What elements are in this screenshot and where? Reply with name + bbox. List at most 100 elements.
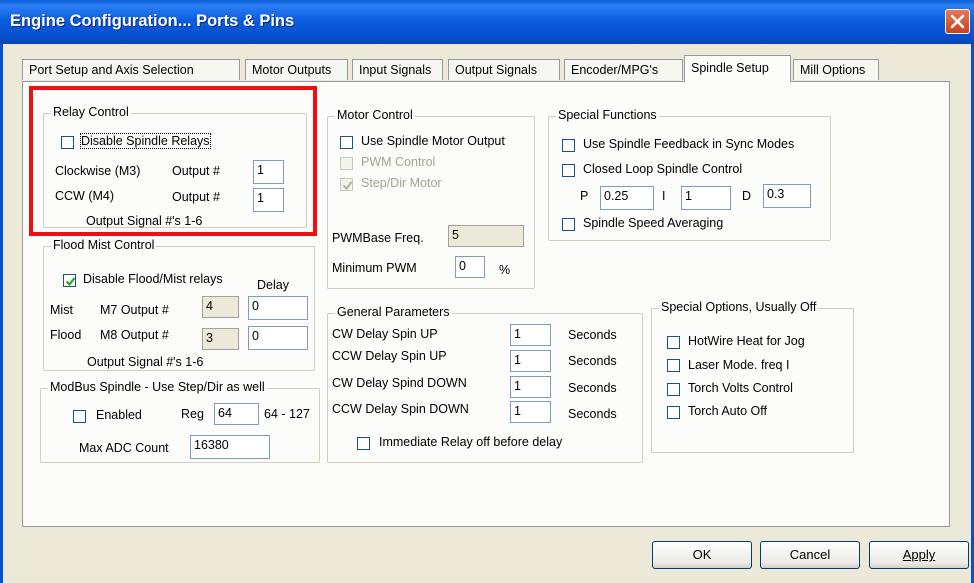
step-dir-label: Step/Dir Motor	[361, 176, 442, 190]
cw-spin-down-input[interactable]: 1	[510, 376, 551, 398]
modbus-reg-input[interactable]: 64	[214, 403, 259, 425]
cw-output-label: Output #	[172, 164, 220, 178]
option-label: Torch Volts Control	[688, 381, 793, 395]
param-row-label: CW Delay Spind DOWN	[332, 376, 467, 390]
option-label: Torch Auto Off	[688, 404, 767, 418]
d-label: D	[742, 189, 752, 203]
cw-label: Clockwise (M3)	[55, 164, 141, 178]
flood-output-label: M8 Output #	[100, 328, 169, 342]
use-spindle-motor-label: Use Spindle Motor Output	[361, 134, 505, 148]
tab-label: Input Signals	[359, 63, 432, 77]
tab-spindle-setup[interactable]: Spindle Setup	[684, 55, 791, 82]
check-icon	[65, 277, 76, 287]
tab-label: Encoder/MPG's	[571, 63, 659, 77]
pwm-control-checkbox[interactable]	[340, 157, 353, 170]
tab-label: Motor Outputs	[252, 63, 332, 77]
param-unit: Seconds	[568, 354, 617, 368]
tab-label: Port Setup and Axis Selection	[29, 63, 194, 77]
param-unit: Seconds	[568, 407, 617, 421]
param-unit: Seconds	[568, 328, 617, 342]
spindle-feedback-label: Use Spindle Feedback in Sync Modes	[583, 137, 795, 151]
tab-label: Output Signals	[455, 63, 537, 77]
group-legend: Special Options, Usually Off	[659, 300, 819, 314]
modbus-enabled-checkbox[interactable]	[73, 410, 86, 423]
pwm-base-field[interactable]: 5	[448, 225, 524, 247]
close-icon	[950, 14, 965, 29]
closed-loop-label: Closed Loop Spindle Control	[583, 162, 743, 176]
min-pwm-label: Minimum PWM	[332, 261, 417, 275]
flood-label: Flood	[50, 328, 82, 342]
title-bar[interactable]: Engine Configuration... Ports & Pins	[0, 0, 974, 45]
group-legend: Flood Mist Control	[51, 238, 157, 252]
modbus-reg-range: 64 - 127	[264, 407, 310, 421]
spindle-feedback-checkbox[interactable]	[562, 139, 575, 152]
flood-signal-note: Output Signal #'s 1-6	[87, 355, 204, 369]
disable-spindle-relays-label[interactable]: Disable Spindle Relays	[80, 133, 211, 149]
max-adc-label: Max ADC Count	[79, 441, 169, 455]
modbus-reg-label: Reg	[181, 407, 204, 421]
mist-label: Mist	[50, 303, 73, 317]
group-legend: Relay Control	[51, 105, 131, 119]
param-row-label: CCW Delay Spin UP	[332, 349, 447, 363]
flood-delay-input[interactable]: 0	[248, 326, 308, 350]
ccw-label: CCW (M4)	[55, 189, 115, 203]
torch-volts-checkbox[interactable]	[667, 383, 680, 396]
step-dir-checkbox[interactable]	[340, 178, 353, 191]
relay-signal-note: Output Signal #'s 1-6	[86, 214, 203, 228]
window-title: Engine Configuration... Ports & Pins	[10, 12, 295, 30]
tab-label: Mill Options	[800, 63, 866, 77]
ccw-spin-up-input[interactable]: 1	[510, 350, 551, 372]
group-legend: ModBus Spindle - Use Step/Dir as well	[48, 380, 267, 394]
tab-label: Spindle Setup	[691, 61, 769, 75]
disable-spindle-relays-checkbox[interactable]	[61, 136, 74, 149]
cw-spin-up-input[interactable]: 1	[510, 324, 551, 346]
param-row-label: CW Delay Spin UP	[332, 327, 438, 341]
pwm-base-label: PWMBase Freq.	[332, 231, 424, 245]
d-input[interactable]: 0.3	[763, 184, 811, 208]
cw-output-input[interactable]: 1	[253, 160, 284, 184]
tab-input-signals[interactable]: Input Signals	[352, 59, 443, 80]
laser-mode-checkbox[interactable]	[667, 359, 680, 372]
p-label: P	[580, 189, 589, 203]
use-spindle-motor-checkbox[interactable]	[340, 136, 353, 149]
immediate-relay-checkbox[interactable]	[357, 437, 370, 450]
modbus-enabled-label: Enabled	[96, 408, 142, 422]
param-unit: Seconds	[568, 381, 617, 395]
apply-button[interactable]: Apply	[869, 541, 969, 569]
apply-button-label: Apply	[902, 547, 936, 562]
mist-output-field[interactable]: 4	[202, 296, 239, 318]
tab-encoder-mpg[interactable]: Encoder/MPG's	[564, 59, 683, 80]
ccw-output-input[interactable]: 1	[253, 188, 284, 212]
percent-label: %	[499, 263, 511, 277]
max-adc-input[interactable]: 16380	[190, 435, 270, 459]
mist-delay-input[interactable]: 0	[248, 296, 308, 320]
p-input[interactable]: 0.25	[600, 186, 654, 210]
torch-auto-off-checkbox[interactable]	[667, 406, 680, 419]
i-label: I	[662, 189, 666, 203]
ccw-output-label: Output #	[172, 190, 220, 204]
hotwire-checkbox[interactable]	[667, 336, 680, 349]
cancel-button[interactable]: Cancel	[760, 541, 860, 569]
tab-mill-options[interactable]: Mill Options	[793, 59, 879, 80]
check-icon	[342, 181, 353, 191]
group-legend: Special Functions	[556, 108, 659, 122]
speed-averaging-checkbox[interactable]	[562, 218, 575, 231]
ok-button[interactable]: OK	[652, 541, 752, 569]
disable-flood-mist-checkbox[interactable]	[63, 274, 76, 287]
closed-loop-checkbox[interactable]	[562, 164, 575, 177]
pwm-control-label: PWM Control	[361, 155, 436, 169]
min-pwm-input[interactable]: 0	[455, 256, 485, 278]
param-row-label: CCW Delay Spin DOWN	[332, 402, 469, 416]
i-input[interactable]: 1	[681, 186, 731, 210]
option-label: Laser Mode. freq I	[688, 358, 790, 372]
group-legend: General Parameters	[335, 305, 452, 319]
close-button[interactable]	[945, 9, 970, 34]
ccw-spin-down-input[interactable]: 1	[510, 401, 551, 423]
tab-port-setup[interactable]: Port Setup and Axis Selection	[22, 59, 240, 80]
disable-flood-mist-label: Disable Flood/Mist relays	[83, 272, 223, 286]
tab-motor-outputs[interactable]: Motor Outputs	[245, 59, 348, 80]
option-label: HotWire Heat for Jog	[688, 334, 805, 348]
group-legend: Motor Control	[335, 108, 415, 122]
flood-output-field[interactable]: 3	[202, 328, 239, 350]
tab-output-signals[interactable]: Output Signals	[448, 59, 560, 80]
